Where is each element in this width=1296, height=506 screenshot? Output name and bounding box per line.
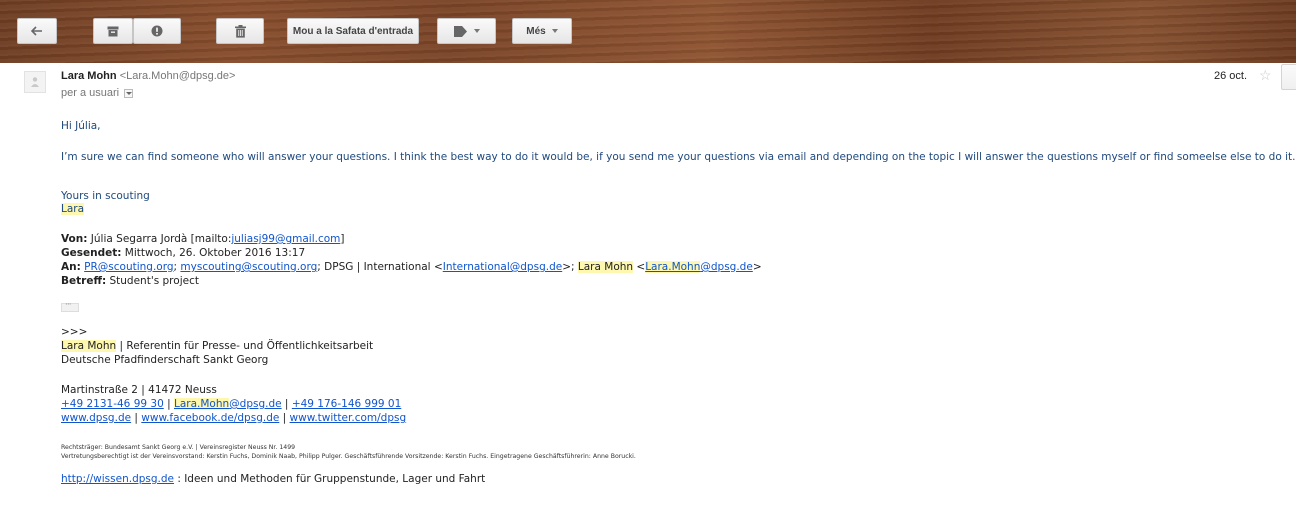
an-text3: >; [562, 261, 578, 273]
an-link-pr[interactable]: PR@scouting.org [84, 261, 173, 273]
recipients-text: per a usuari [61, 87, 120, 99]
toolbar: Mou a la Safata d'entrada Més [0, 0, 1296, 63]
sep: | [163, 398, 174, 410]
von-label: Von: [61, 233, 88, 245]
an-link-international[interactable]: International@dpsg.de [443, 261, 562, 273]
an-link-lara[interactable]: Lara.Mohn [645, 261, 701, 273]
archive-button[interactable] [93, 18, 133, 44]
show-trimmed-content-button[interactable] [61, 299, 79, 312]
delete-button[interactable] [216, 18, 264, 44]
chevron-down-icon [473, 29, 480, 33]
label-tag-icon [453, 25, 467, 37]
an-name-highlight: Lara Mohn [577, 261, 634, 273]
person-icon [31, 77, 39, 87]
reply-button[interactable] [1281, 64, 1296, 90]
von-email-link[interactable]: juliasj99@gmail.com [231, 233, 340, 245]
gesendet-label: Gesendet: [61, 247, 122, 259]
quoted-gesendet: Gesendet: Mittwoch, 26. Oktober 2016 13:… [61, 247, 305, 260]
betreff-text: Student's project [106, 275, 199, 287]
sep: | [279, 412, 290, 424]
sender-line: Lara Mohn <Lara.Mohn@dpsg.de> [61, 70, 235, 82]
web-twitter-link[interactable]: www.twitter.com/dpsg [290, 412, 407, 424]
avatar [24, 71, 46, 93]
sender-name[interactable]: Lara Mohn [61, 70, 117, 82]
star-icon[interactable]: ☆ [1259, 67, 1272, 84]
gesendet-text: Mittwoch, 26. Oktober 2016 13:17 [121, 247, 306, 259]
signature-web-line: www.dpsg.de | www.facebook.de/dpsg.de | … [61, 412, 406, 425]
web-dpsg-link[interactable]: www.dpsg.de [61, 412, 131, 424]
wissen-link[interactable]: http://wissen.dpsg.de [61, 473, 174, 485]
wissen-text: : Ideen und Methoden für Gruppenstunde, … [174, 473, 486, 485]
signature-role: | Referentin für Presse- und Öffentlichk… [116, 340, 374, 352]
chevron-down-icon [551, 29, 558, 33]
greeting: Hi Júlia, [61, 120, 101, 132]
labels-button[interactable] [437, 18, 496, 44]
closing-line: Yours in scouting [61, 190, 150, 202]
signature-contact-line: +49 2131-46 99 30 | Lara.Mohn@dpsg.de | … [61, 398, 401, 411]
an-text2: ; DPSG | International < [317, 261, 443, 273]
move-to-inbox-label: Mou a la Safata d'entrada [292, 25, 414, 37]
sep: | [281, 398, 292, 410]
sign-name-text: Lara [61, 203, 85, 215]
archive-icon [107, 26, 119, 36]
sender-email: <Lara.Mohn@dpsg.de> [119, 70, 236, 82]
legal-line-2: Vertretungsberechtigt ist der Vereinsvor… [61, 453, 636, 460]
recipients-line: per a usuari [61, 87, 134, 99]
signature-org: Deutsche Pfadfinderschaft Sankt Georg [61, 354, 269, 366]
back-button[interactable] [17, 18, 57, 44]
spam-icon [151, 25, 163, 37]
sep: | [131, 412, 142, 424]
betreff-label: Betreff: [61, 275, 107, 287]
signature-name-line: Lara Mohn | Referentin für Presse- und Ö… [61, 340, 373, 353]
more-label: Més [526, 25, 546, 37]
signature-address: Martinstraße 2 | 41472 Neuss [61, 384, 217, 396]
body-paragraph: I’m sure we can find someone who will an… [61, 151, 1296, 163]
quoted-betreff: Betreff: Student's project [61, 275, 199, 288]
email-domain-link[interactable]: @dpsg.de [229, 398, 281, 410]
wissen-line: http://wissen.dpsg.de : Ideen und Method… [61, 473, 485, 486]
von-text: Júlia Segarra Jordà [mailto: [87, 233, 232, 245]
trash-icon [234, 24, 246, 38]
email-name-link[interactable]: Lara.Mohn [173, 398, 230, 410]
quoted-von: Von: Júlia Segarra Jordà [mailto:juliasj… [61, 233, 344, 246]
phone1-link[interactable]: +49 2131-46 99 30 [61, 398, 164, 410]
an-text4: < [633, 261, 646, 273]
move-to-inbox-button[interactable]: Mou a la Safata d'entrada [287, 18, 419, 44]
quoted-an: An: PR@scouting.org; myscouting@scouting… [61, 261, 762, 274]
von-end: ] [340, 233, 345, 245]
legal-line-1: Rechtsträger: Bundesamt Sankt Georg e.V.… [61, 444, 296, 451]
more-button[interactable]: Més [512, 18, 572, 44]
an-end: > [752, 261, 762, 273]
an-link-lara-domain[interactable]: @dpsg.de [700, 261, 752, 273]
back-arrow-icon [31, 26, 42, 36]
signature-marker: >>> [61, 326, 88, 338]
an-label: An: [61, 261, 81, 273]
web-facebook-link[interactable]: www.facebook.de/dpsg.de [141, 412, 279, 424]
message-date: 26 oct. [1214, 70, 1248, 82]
an-link-myscouting[interactable]: myscouting@scouting.org [180, 261, 317, 273]
sign-name: Lara [61, 203, 85, 216]
report-spam-button[interactable] [133, 18, 181, 44]
show-details-dropdown[interactable] [124, 88, 134, 98]
signature-name: Lara Mohn [61, 340, 117, 352]
phone2-link[interactable]: +49 176-146 999 01 [292, 398, 401, 410]
